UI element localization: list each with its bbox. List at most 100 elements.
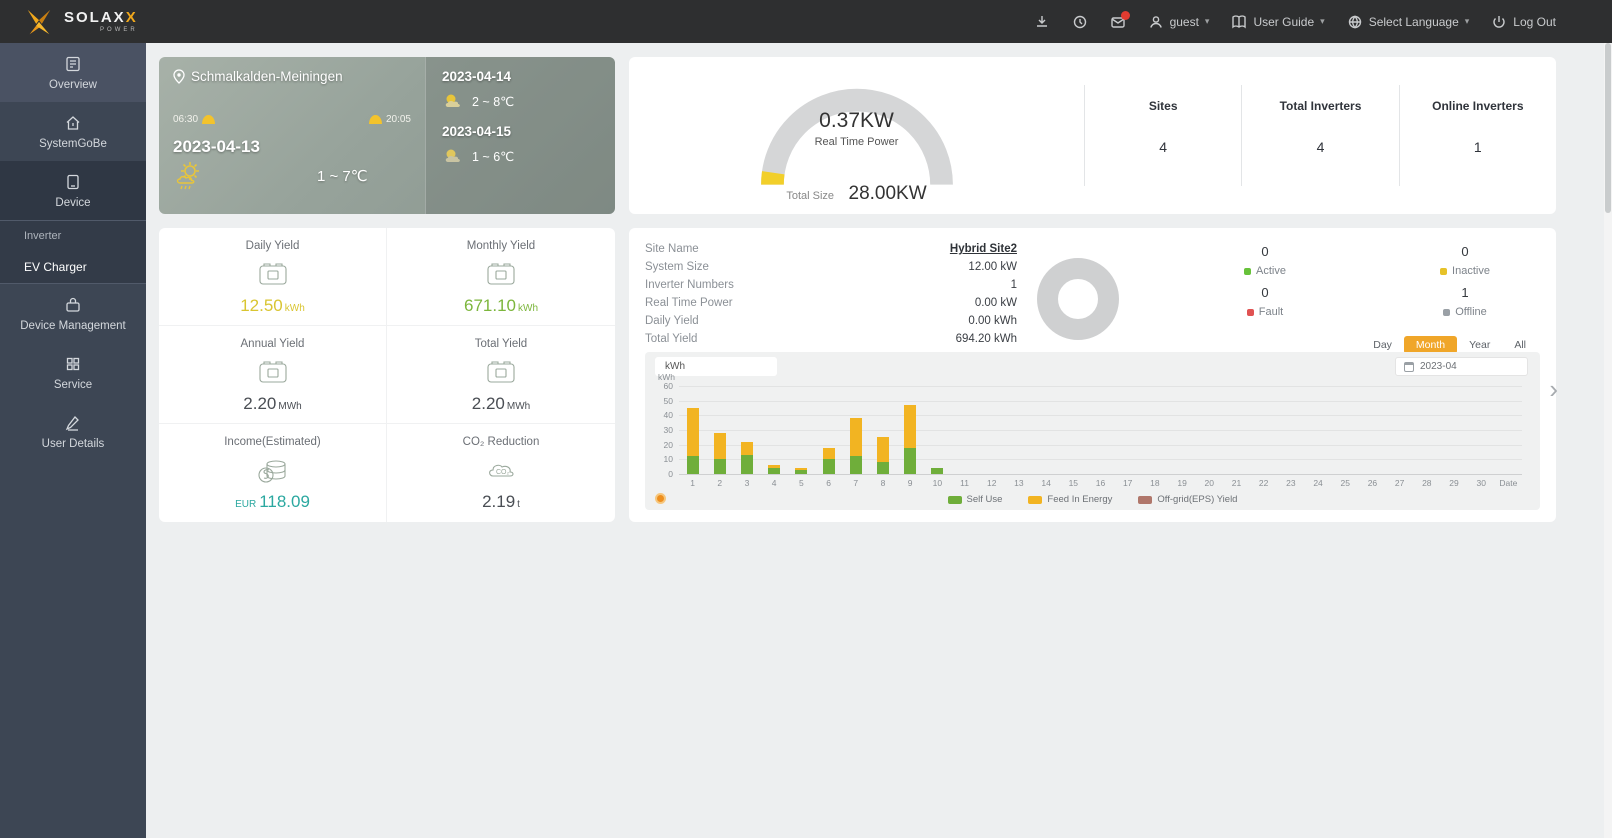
forecast-temp: 1 ~ 6℃ xyxy=(472,149,515,164)
sidebar-item-user-details[interactable]: User Details xyxy=(0,402,146,461)
language-menu[interactable]: Select Language ▾ xyxy=(1347,14,1469,30)
globe-icon xyxy=(1347,14,1363,30)
x-tick-label: 15 xyxy=(1068,478,1079,488)
x-tick-label: 20 xyxy=(1204,478,1214,488)
x-tick-label: 9 xyxy=(907,478,913,488)
x-tick-label: 27 xyxy=(1394,478,1405,488)
carousel-dot[interactable] xyxy=(655,493,666,504)
row-label: Inverter Numbers xyxy=(645,279,734,292)
site-donut-chart xyxy=(1037,258,1119,340)
y-tick-label: 30 xyxy=(663,425,673,435)
logout-button[interactable]: Log Out xyxy=(1491,14,1556,30)
sidebar-item-device[interactable]: Device xyxy=(0,161,146,221)
scrollbar-thumb[interactable] xyxy=(1605,43,1611,213)
bar-day-6[interactable] xyxy=(822,447,835,474)
status-count: 0 xyxy=(1261,285,1269,300)
bar-day-2[interactable] xyxy=(713,432,726,474)
x-tick-label: 25 xyxy=(1340,478,1350,488)
bar-day-1[interactable] xyxy=(686,408,699,474)
bar-segment xyxy=(713,459,726,474)
forecast-day-1: 2023-04-14 2 ~ 8℃ xyxy=(442,69,515,109)
chart-date-picker[interactable]: 2023-04 xyxy=(1395,357,1528,376)
sidebar-item-systemgobe[interactable]: SystemGoBe xyxy=(0,102,146,161)
coin-icon xyxy=(256,456,290,486)
sidebar-item-service[interactable]: Service xyxy=(0,343,146,402)
device-icon xyxy=(64,173,82,191)
user-menu[interactable]: guest ▾ xyxy=(1148,14,1209,30)
language-label: Select Language xyxy=(1368,14,1459,29)
row-value[interactable]: Hybrid Site2 xyxy=(950,240,1017,258)
brand-logo[interactable]: SOLAXX POWER xyxy=(24,7,138,37)
yield-label: Total Yield xyxy=(474,338,528,350)
sunset-icon xyxy=(368,115,382,124)
sidebar-nav: Overview SystemGoBe Device Inverter EV Charg… xyxy=(0,43,146,838)
co2-icon: CO₂ xyxy=(484,456,518,486)
bar-day-5[interactable] xyxy=(795,468,808,474)
download-icon[interactable] xyxy=(1034,14,1050,30)
legend-item-off-grid-eps-yield[interactable]: Off-grid(EPS) Yield xyxy=(1138,494,1237,505)
brand-name: SOLAXX xyxy=(64,9,138,26)
user-guide-menu[interactable]: User Guide ▾ xyxy=(1231,14,1325,30)
bar-day-4[interactable] xyxy=(768,465,781,474)
x-tick-label: 4 xyxy=(771,478,777,488)
status-dot xyxy=(1440,267,1448,275)
x-tick-label: 6 xyxy=(826,478,831,488)
next-site-arrow[interactable]: › xyxy=(1549,376,1558,402)
vertical-scrollbar[interactable] xyxy=(1604,43,1612,838)
x-tick-label: 21 xyxy=(1231,478,1242,488)
yield-value: 12.50 kWh xyxy=(240,296,305,315)
bar-day-3[interactable] xyxy=(740,441,753,474)
message-icon[interactable] xyxy=(1110,10,1130,30)
yield-summary-card: Daily Yield 12.50 kWh Monthly Yield 671.10 kW… xyxy=(159,228,615,522)
gridline xyxy=(679,386,1522,387)
sidebar-item-label: Service xyxy=(53,379,93,391)
bar-day-9[interactable] xyxy=(904,405,917,474)
y-tick-label: 20 xyxy=(663,439,673,450)
solax-x-icon xyxy=(27,9,51,34)
x-tick-label: 23 xyxy=(1286,478,1296,488)
alarm-icon[interactable] xyxy=(1072,14,1088,30)
stat-label: Online Inverters xyxy=(1432,99,1524,113)
legend-swatch xyxy=(1028,495,1043,504)
total-size-label: Total Size xyxy=(786,190,835,202)
x-tick-label: 2 xyxy=(717,478,723,488)
row-value: 0.00 kW xyxy=(974,297,1017,310)
meter-icon xyxy=(484,358,518,388)
bar-day-7[interactable] xyxy=(849,418,862,474)
sidebar-item-device-management[interactable]: Device Management xyxy=(0,284,146,343)
x-tick-label: 24 xyxy=(1313,478,1323,488)
bar-day-10[interactable] xyxy=(931,468,944,474)
row-label: Site Name xyxy=(645,243,699,255)
submenu-item-inverter[interactable]: Inverter xyxy=(0,221,146,251)
site-row-daily-yield: Daily Yield 0.00 kWh xyxy=(645,312,1017,330)
row-value: 1 xyxy=(1010,279,1017,292)
yield-value: 671.10 kWh xyxy=(464,296,538,315)
x-tick-label: 26 xyxy=(1367,478,1378,488)
legend-item-feed-in-energy[interactable]: Feed In Energy xyxy=(1028,494,1112,505)
yield-cell-co-reduction: CO₂ Reduction CO₂ 2.19 t xyxy=(387,424,615,522)
cloudy-sun-icon xyxy=(445,149,460,162)
yield-cell-annual-yield: Annual Yield 2.20 MWh xyxy=(159,326,387,424)
bar-segment xyxy=(931,468,944,474)
bar-segment xyxy=(904,447,917,474)
y-tick-label: 50 xyxy=(663,395,673,406)
site-location[interactable]: Schmalkalden-Meiningen xyxy=(173,69,411,84)
yield-label: CO₂ Reduction xyxy=(462,436,540,448)
submenu-item-ev-charger[interactable]: EV Charger xyxy=(0,251,146,283)
overview-icon xyxy=(64,55,82,73)
device-management-icon xyxy=(64,296,82,314)
power-gauge: 0.37KW Real Time Power Total Size 28.00K… xyxy=(629,57,1084,214)
x-tick-label: 19 xyxy=(1177,478,1187,488)
site-row-site-name: Site Name Hybrid Site2 xyxy=(645,240,1017,258)
bar-day-8[interactable] xyxy=(876,437,889,474)
y-tick-label: 10 xyxy=(663,454,673,465)
sidebar-item-overview[interactable]: Overview xyxy=(0,43,146,102)
site-row-real-time-power: Real Time Power 0.00 kW xyxy=(645,294,1017,312)
topbar: SOLAXX POWER guest ▾ User Guide ▾ Select… xyxy=(0,0,1612,43)
solax-cloud-app: SOLAXX POWER guest ▾ User Guide ▾ Select… xyxy=(0,0,1612,838)
yield-value: 2.20 MWh xyxy=(471,394,531,413)
location-pin-icon xyxy=(173,69,185,84)
legend-item-self-use[interactable]: Self Use xyxy=(947,494,1002,505)
yield-cell-daily-yield: Daily Yield 12.50 kWh xyxy=(159,228,387,326)
bar-segment xyxy=(904,405,917,448)
